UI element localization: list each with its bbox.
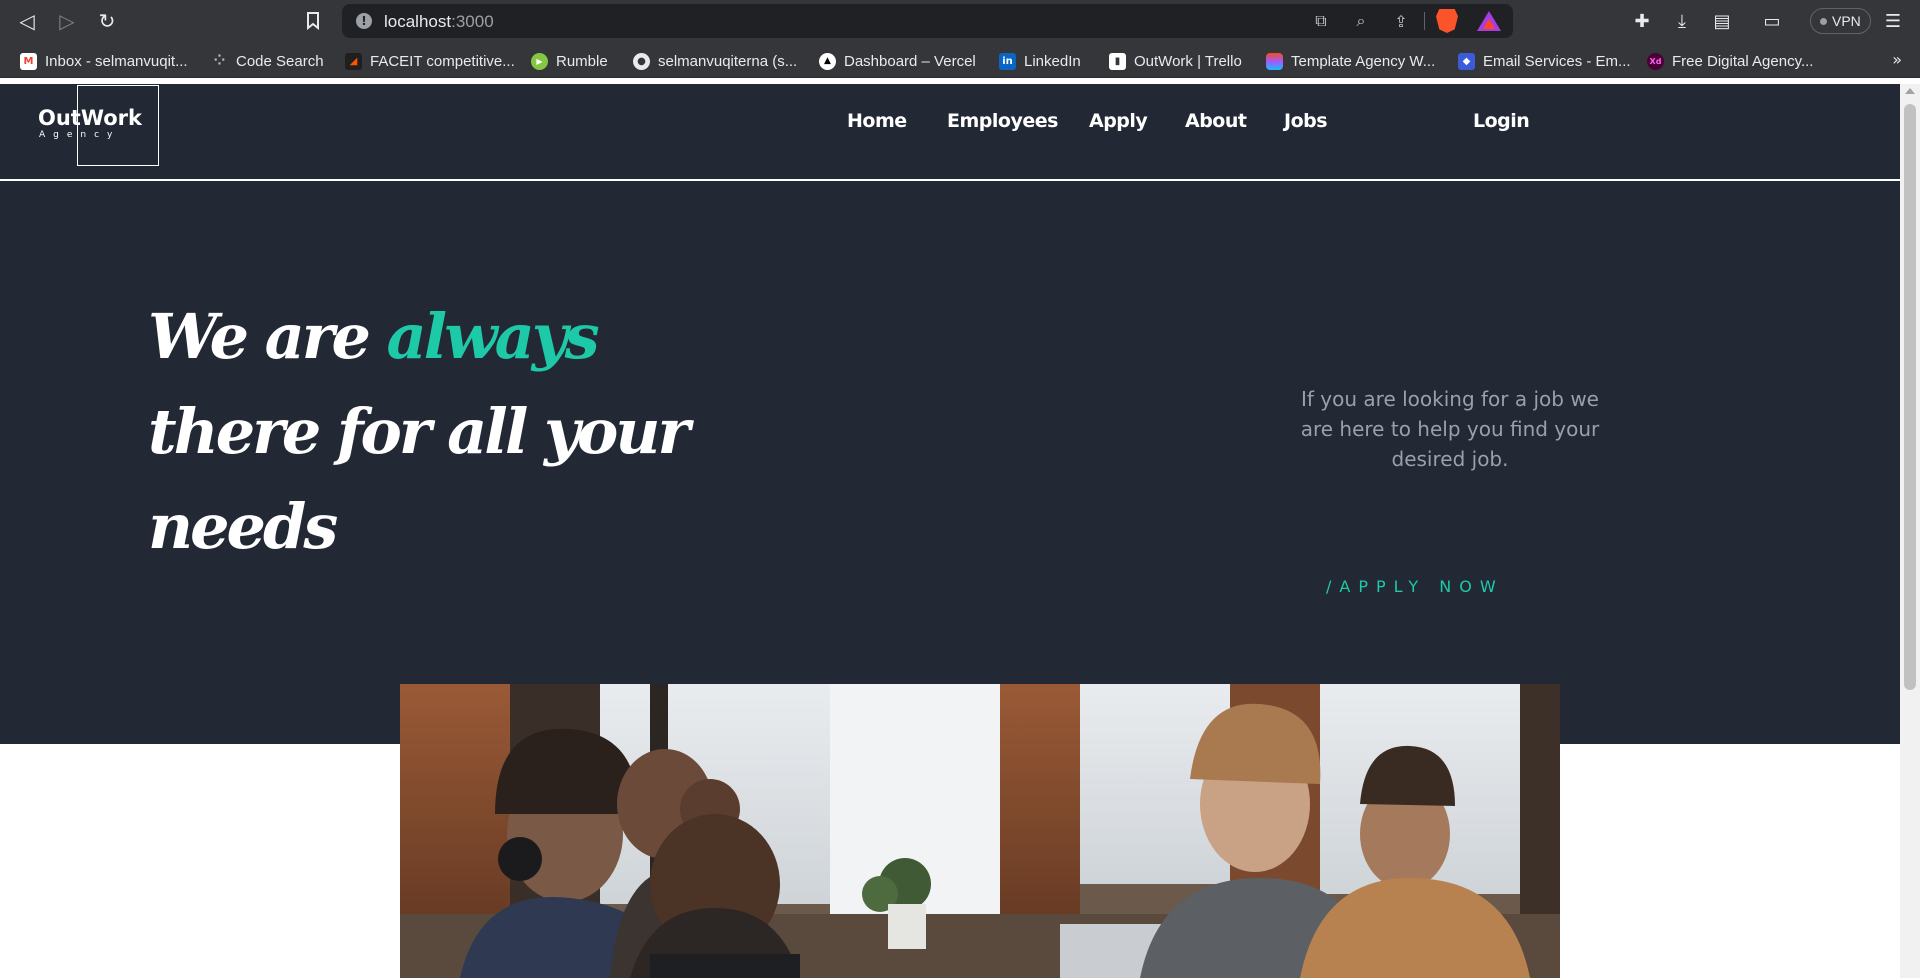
share-icon[interactable]: ⇪: [1388, 8, 1414, 34]
brave-rewards-icon[interactable]: [1477, 11, 1501, 31]
headline-line3: needs: [148, 490, 338, 563]
scrollbar-thumb[interactable]: [1904, 104, 1916, 690]
apply-now-link[interactable]: /APPLY NOW: [1326, 577, 1504, 596]
header-divider: [0, 179, 1900, 181]
nav-employees[interactable]: Employees: [947, 110, 1058, 132]
downloads-icon[interactable]: ⤓: [1667, 6, 1697, 36]
bookmark-label: LinkedIn: [1024, 52, 1081, 70]
trello-icon: ▮: [1109, 52, 1126, 70]
wallet-icon[interactable]: ▭: [1757, 6, 1787, 36]
bookmark-email-services[interactable]: ◆ Email Services - Em...: [1458, 50, 1631, 72]
url-host: localhost: [384, 12, 452, 31]
bookmark-label: Inbox - selmanvuqit...: [45, 52, 188, 70]
page: OutWork Agency Home Employees Apply Abou…: [0, 84, 1900, 978]
bookmark-trello[interactable]: ▮ OutWork | Trello: [1109, 50, 1242, 72]
email-services-icon: ◆: [1458, 52, 1475, 70]
bookmark-gmail[interactable]: M Inbox - selmanvuqit...: [20, 50, 188, 72]
bookmark-xd[interactable]: Xd Free Digital Agency...: [1647, 50, 1813, 72]
bookmark-label: Dashboard – Vercel: [844, 52, 976, 70]
nav-login[interactable]: Login: [1473, 110, 1530, 132]
vpn-button[interactable]: VPN: [1810, 8, 1871, 34]
linkedin-icon: in: [999, 52, 1016, 70]
figma-icon: [1266, 52, 1283, 70]
url-text[interactable]: localhost:3000: [384, 12, 494, 32]
bookmark-vercel[interactable]: ▲ Dashboard – Vercel: [819, 50, 976, 72]
headline-accent: always: [386, 300, 599, 373]
forward-icon[interactable]: ▷: [52, 6, 82, 36]
separator: [1424, 12, 1425, 30]
back-icon[interactable]: ◁: [12, 6, 42, 36]
xd-icon: Xd: [1647, 52, 1664, 70]
rumble-icon: ▶: [531, 52, 548, 70]
headline-prefix: We are: [148, 300, 387, 373]
nav-jobs[interactable]: Jobs: [1284, 110, 1328, 132]
nav-about[interactable]: About: [1185, 110, 1247, 132]
bookmark-icon[interactable]: [298, 6, 328, 36]
gmail-icon: M: [20, 52, 37, 70]
vpn-label: VPN: [1832, 13, 1861, 29]
logo-title: OutWork: [38, 106, 143, 130]
sidebar-icon[interactable]: ▤: [1707, 6, 1737, 36]
bookmark-faceit[interactable]: ◢ FACEIT competitive...: [345, 50, 515, 72]
hero-tagline: If you are looking for a job we are here…: [1300, 387, 1600, 471]
nav-apply[interactable]: Apply: [1089, 110, 1148, 132]
menu-icon[interactable]: ☰: [1878, 6, 1908, 36]
url-port: :3000: [451, 12, 494, 31]
logo-subtitle: Agency: [39, 130, 121, 140]
scroll-up-icon[interactable]: [1905, 88, 1915, 94]
site-info-icon[interactable]: !: [356, 13, 372, 29]
hero-headline: We are always there for all your needs: [148, 289, 690, 574]
open-in-app-icon[interactable]: ⧉: [1308, 8, 1334, 34]
bookmark-label: Email Services - Em...: [1483, 52, 1631, 70]
bookmark-label: Code Search: [236, 52, 324, 70]
zoom-icon[interactable]: ⌕: [1348, 8, 1374, 34]
page-scrollbar[interactable]: [1900, 84, 1920, 978]
bookmark-label: FACEIT competitive...: [370, 52, 515, 70]
vpn-status-dot: [1820, 17, 1827, 25]
nav-home[interactable]: Home: [847, 110, 907, 132]
bookmark-label: OutWork | Trello: [1134, 52, 1242, 70]
team-photo: [400, 684, 1560, 978]
bookmark-label: selmanvuqiterna (s...: [658, 52, 798, 70]
bookmark-rumble[interactable]: ▶ Rumble: [531, 50, 608, 72]
bookmark-label: Template Agency W...: [1291, 52, 1436, 70]
faceit-icon: ◢: [345, 52, 362, 70]
headline-line2: there for all your: [148, 395, 690, 468]
bookmark-figma[interactable]: Template Agency W...: [1266, 50, 1435, 72]
address-bar[interactable]: ! localhost:3000 ⧉ ⌕ ⇪: [342, 4, 1513, 38]
browser-toolbar: ◁ ▷ ↻ ! localhost:3000 ⧉ ⌕ ⇪ ✚ ⤓ ▤ ▭ VPN…: [0, 0, 1920, 42]
vercel-icon: ▲: [819, 52, 836, 70]
more-bookmarks-icon[interactable]: »: [1892, 50, 1902, 69]
brave-shields-icon[interactable]: [1436, 9, 1458, 33]
code-search-icon: ⁘: [213, 53, 226, 69]
bookmark-label: Rumble: [556, 52, 608, 70]
bookmark-label: Free Digital Agency...: [1672, 52, 1814, 70]
bookmark-linkedin[interactable]: in LinkedIn: [999, 50, 1081, 72]
bookmark-code-search[interactable]: ⁘ Code Search: [211, 50, 324, 72]
bookmarks-bar: M Inbox - selmanvuqit... ⁘ Code Search ◢ FA…: [0, 42, 1920, 78]
extensions-icon[interactable]: ✚: [1627, 6, 1657, 36]
github-icon: ●: [633, 52, 650, 70]
reload-icon[interactable]: ↻: [92, 6, 122, 36]
bookmark-github[interactable]: ● selmanvuqiterna (s...: [633, 50, 797, 72]
